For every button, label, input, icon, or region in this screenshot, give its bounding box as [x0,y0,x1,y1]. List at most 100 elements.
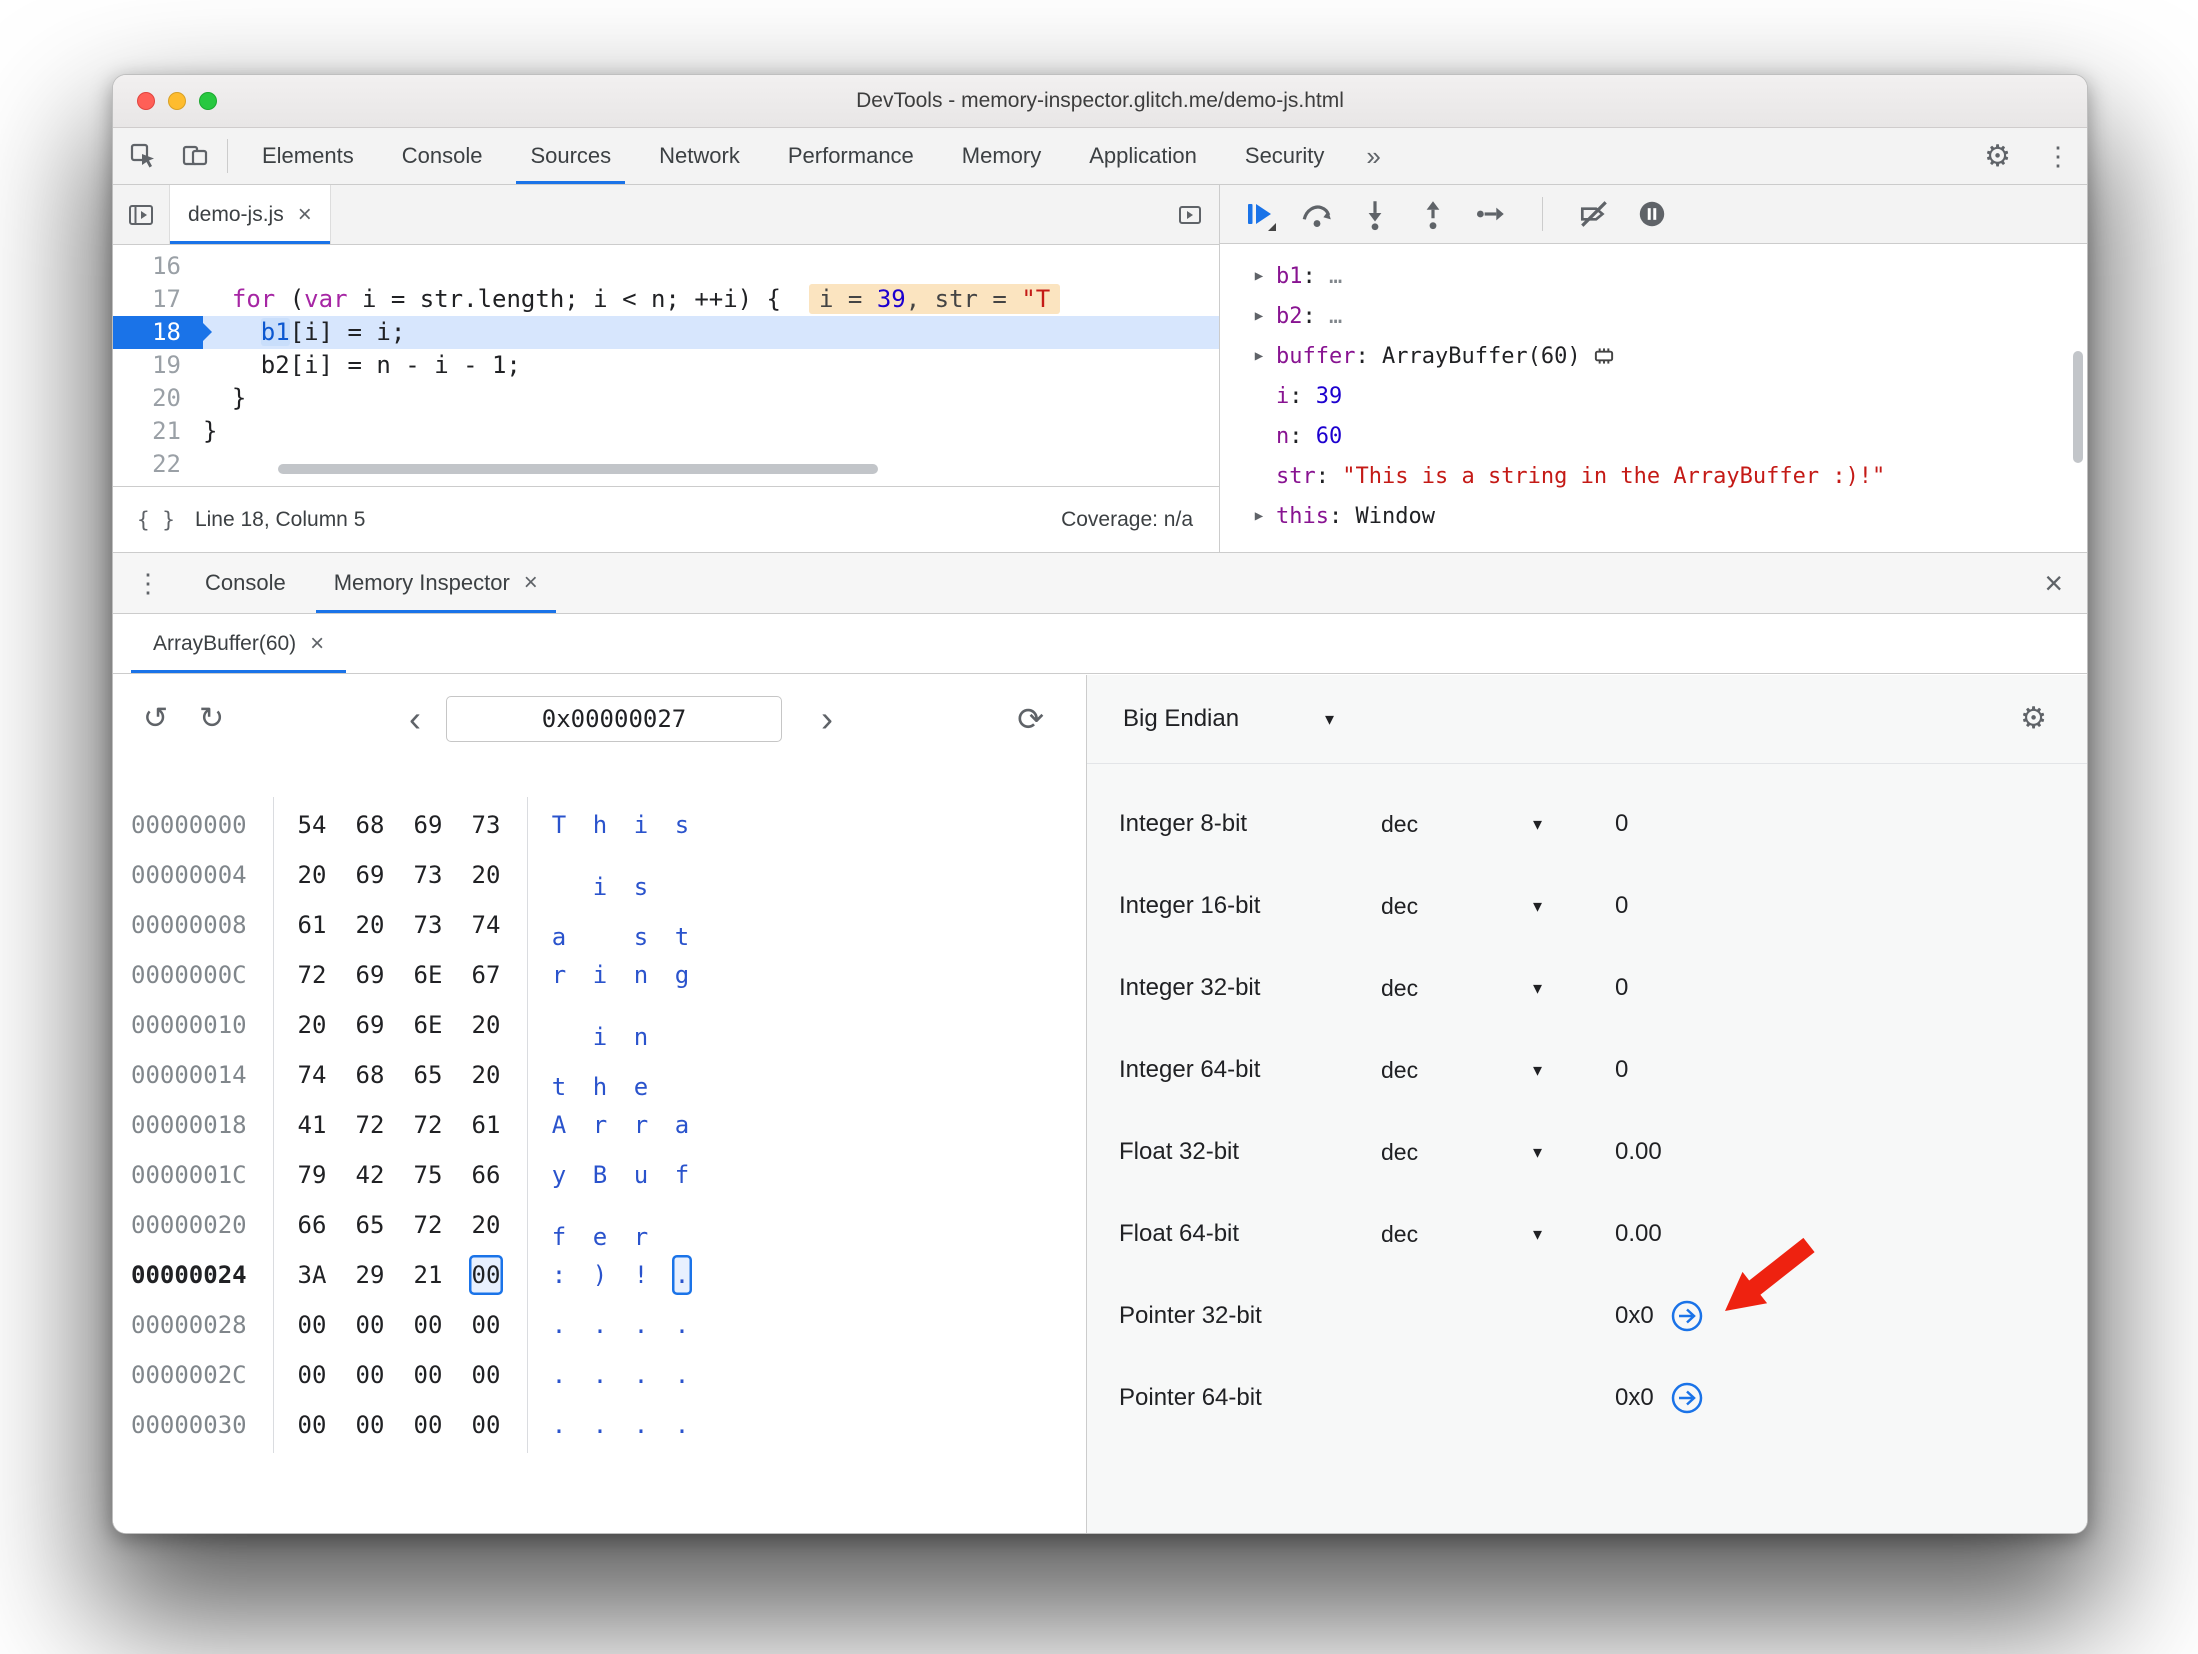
ascii-char[interactable]: . [549,1355,569,1395]
hex-byte[interactable]: 00 [469,1355,503,1395]
hex-byte[interactable]: 00 [295,1305,329,1345]
tab-elements[interactable]: Elements [238,128,378,184]
line-number[interactable]: 21 [113,415,203,448]
settings-gear-icon[interactable]: ⚙ [1966,139,2029,174]
ascii-char[interactable]: ! [631,1255,651,1295]
jump-to-address-icon[interactable] [1670,1381,1704,1415]
ascii-char[interactable]: r [590,1105,610,1145]
tab-application[interactable]: Application [1065,128,1221,184]
hex-byte[interactable]: 20 [469,1005,503,1045]
scope-row[interactable]: ▶ b2: … [1220,296,2087,336]
drawer-tab-console[interactable]: Console [181,553,310,613]
disclosure-triangle-icon[interactable]: ▶ [1242,308,1276,324]
close-window-button[interactable] [137,92,155,110]
device-toolbar-icon[interactable] [173,134,217,178]
hex-byte[interactable]: 54 [295,805,329,845]
hex-byte[interactable]: 73 [469,805,503,845]
hex-byte[interactable]: 74 [469,905,503,945]
ascii-char[interactable]: . [631,1305,651,1345]
zoom-window-button[interactable] [199,92,217,110]
ascii-char[interactable]: . [590,1355,610,1395]
ascii-char[interactable]: . [672,1305,692,1345]
hex-byte[interactable]: 67 [469,955,503,995]
hex-byte[interactable]: 20 [295,855,329,895]
hex-byte[interactable]: 20 [295,1005,329,1045]
format-select[interactable]: dec ▾ [1381,811,1615,838]
hex-byte[interactable]: 69 [353,955,387,995]
ascii-char[interactable]: . [549,1305,569,1345]
hex-byte[interactable]: 74 [295,1055,329,1095]
deactivate-breakpoints-icon[interactable] [1577,197,1611,231]
scope-row[interactable]: ▶ b1: … [1220,256,2087,296]
hex-row[interactable]: 00000000 54 68 69 73 Th i s [113,800,1086,850]
more-panels-button[interactable]: » [1348,141,1398,172]
hex-byte[interactable]: 00 [469,1405,503,1445]
hex-row[interactable]: 0000001C 79 42 75 66 y Bu f [113,1150,1086,1200]
ascii-char[interactable] [549,1005,569,1045]
ascii-char[interactable]: . [631,1405,651,1445]
ascii-char[interactable]: . [672,1355,692,1395]
hex-byte[interactable]: 65 [353,1205,387,1245]
tab-security[interactable]: Security [1221,128,1348,184]
hex-byte[interactable]: 73 [411,905,445,945]
tab-memory[interactable]: Memory [938,128,1065,184]
line-number[interactable]: 16 [113,250,203,283]
hex-row[interactable]: 00000018 41 72 72 61 Ar r a [113,1100,1086,1150]
hex-row[interactable]: 00000010 20 69 6E 20 in [113,1000,1086,1051]
hex-row[interactable]: 00000020 66 65 72 20 f e r [113,1200,1086,1251]
memory-icon[interactable] [1591,343,1617,369]
hex-row[interactable]: 00000008 61 20 73 74 a st [113,900,1086,951]
ascii-char[interactable]: : [549,1255,569,1295]
ascii-char[interactable]: f [672,1155,692,1195]
hex-byte[interactable]: 69 [353,1005,387,1045]
refresh-icon[interactable]: ⟳ [1017,693,1044,745]
hex-byte[interactable]: 68 [353,1055,387,1095]
hex-byte[interactable]: 65 [411,1055,445,1095]
interpreter-settings-gear-icon[interactable]: ⚙ [2020,675,2047,763]
hex-byte[interactable]: 00 [411,1355,445,1395]
hex-byte[interactable]: 6E [411,1005,445,1045]
scope-row[interactable]: ▶i: 39 [1220,376,2087,416]
main-menu-kebab-icon[interactable]: ⋮ [2029,141,2087,172]
step-over-icon[interactable] [1300,197,1334,231]
hex-byte[interactable]: 68 [353,805,387,845]
file-tab-demo-js[interactable]: demo-js.js × [169,185,331,244]
hex-byte[interactable]: 00 [469,1305,503,1345]
ascii-char[interactable]: r [549,955,569,995]
previous-page-icon[interactable]: ‹ [409,693,421,745]
hex-byte[interactable]: 00 [295,1405,329,1445]
minimize-window-button[interactable] [168,92,186,110]
tab-console[interactable]: Console [378,128,507,184]
format-select[interactable]: dec ▾ [1381,975,1615,1002]
ascii-char[interactable]: A [549,1105,569,1145]
hex-byte[interactable]: 00 [411,1405,445,1445]
hex-row[interactable]: 00000014 74 68 65 20 t h e [113,1050,1086,1101]
hex-byte[interactable]: 3A [295,1255,329,1295]
line-number[interactable]: 19 [113,349,203,382]
hex-byte[interactable]: 72 [295,955,329,995]
format-select[interactable]: dec ▾ [1381,1221,1615,1248]
tab-network[interactable]: Network [635,128,764,184]
ascii-char[interactable]: . [672,1405,692,1445]
format-select[interactable]: dec ▾ [1381,1139,1615,1166]
ascii-char[interactable]: . [549,1405,569,1445]
pause-on-exceptions-icon[interactable] [1635,197,1669,231]
hex-row[interactable]: 00000030 00 00 00 00.... [113,1400,1086,1450]
debugger-overlay-icon[interactable] [1175,185,1205,244]
hex-byte[interactable]: 41 [295,1105,329,1145]
hex-byte[interactable]: 72 [411,1105,445,1145]
ascii-char[interactable]: . [631,1355,651,1395]
disclosure-triangle-icon[interactable]: ▶ [1242,348,1276,364]
hex-byte[interactable]: 00 [295,1355,329,1395]
hex-byte[interactable]: 00 [353,1355,387,1395]
undo-icon[interactable]: ↺ [143,693,168,745]
hex-byte[interactable]: 72 [411,1205,445,1245]
close-icon[interactable]: × [310,630,324,658]
close-drawer-icon[interactable]: × [2044,565,2063,602]
step-out-icon[interactable] [1416,197,1450,231]
ascii-char[interactable]: . [672,1255,692,1295]
hex-byte[interactable]: 42 [353,1155,387,1195]
format-select[interactable]: dec ▾ [1381,1057,1615,1084]
next-page-icon[interactable]: › [821,693,833,745]
hex-row[interactable]: 0000002C 00 00 00 00.... [113,1350,1086,1400]
